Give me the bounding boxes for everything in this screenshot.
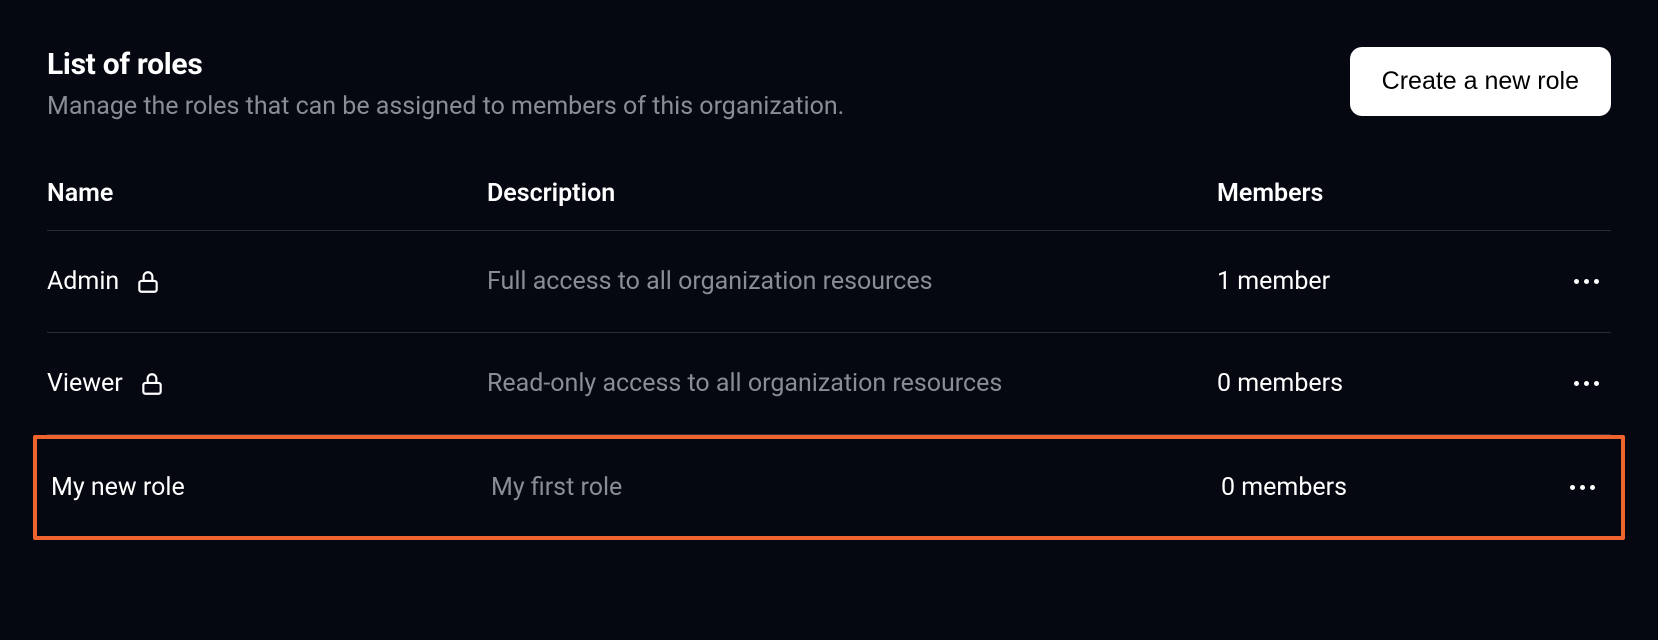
more-horizontal-icon (1570, 485, 1595, 490)
lock-icon (139, 371, 165, 397)
table-row[interactable]: Admin Full access to all organization res… (47, 231, 1611, 333)
column-header-members: Members (1217, 179, 1467, 208)
header-text-block: List of roles Manage the roles that can … (47, 47, 844, 121)
column-header-description: Description (487, 179, 1217, 208)
more-options-button[interactable] (1568, 375, 1605, 392)
page-title: List of roles (47, 47, 844, 82)
table-row[interactable]: My new role My first role0 members (33, 435, 1625, 540)
role-members-count: 1 member (1217, 267, 1467, 296)
column-header-name: Name (47, 179, 487, 208)
role-name: Admin (47, 267, 119, 296)
more-horizontal-icon (1574, 381, 1599, 386)
role-members-count: 0 members (1217, 369, 1467, 398)
role-name-cell: Admin (47, 267, 487, 296)
role-actions-cell (1471, 479, 1607, 496)
more-options-button[interactable] (1564, 479, 1601, 496)
page-header: List of roles Manage the roles that can … (47, 47, 1611, 121)
page-subtitle: Manage the roles that can be assigned to… (47, 92, 844, 121)
role-description: My first role (491, 473, 1221, 502)
more-horizontal-icon (1574, 279, 1599, 284)
more-options-button[interactable] (1568, 273, 1605, 290)
create-role-button[interactable]: Create a new role (1350, 47, 1611, 116)
roles-table: Name Description Members Admin Full acces… (47, 161, 1611, 540)
role-name: My new role (51, 473, 185, 502)
role-members-count: 0 members (1221, 473, 1471, 502)
role-description: Read-only access to all organization res… (487, 369, 1217, 398)
lock-icon (135, 269, 161, 295)
table-row[interactable]: Viewer Read-only access to all organizati… (47, 333, 1611, 435)
role-description: Full access to all organization resource… (487, 267, 1217, 296)
column-header-actions (1467, 179, 1611, 208)
role-actions-cell (1467, 273, 1611, 290)
table-header-row: Name Description Members (47, 161, 1611, 231)
role-name-cell: My new role (51, 473, 491, 502)
role-actions-cell (1467, 375, 1611, 392)
role-name-cell: Viewer (47, 369, 487, 398)
role-name: Viewer (47, 369, 123, 398)
